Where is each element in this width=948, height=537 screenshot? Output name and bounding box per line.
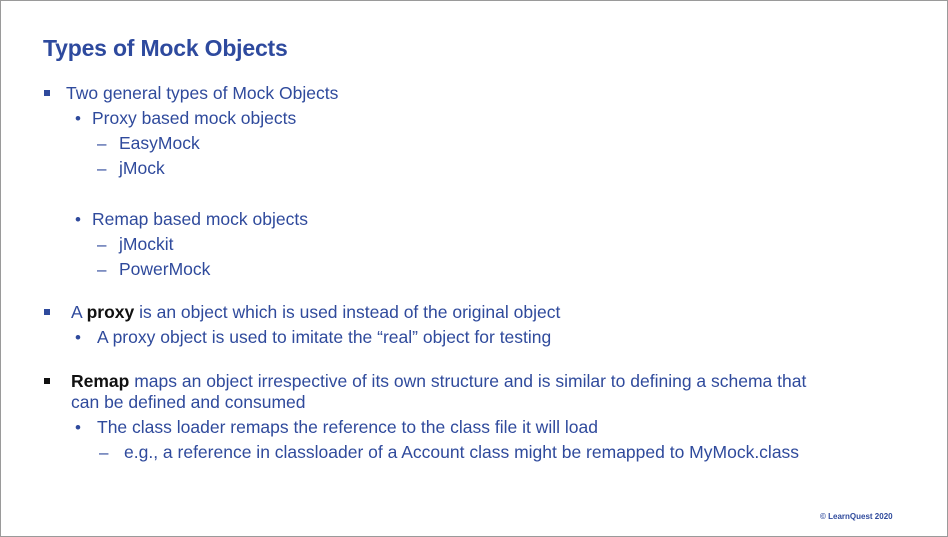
- square-bullet-icon: [44, 378, 50, 384]
- dash-bullet-icon: –: [99, 443, 109, 462]
- bullet-text: Proxy based mock objects: [92, 108, 297, 128]
- bullet-text: PowerMock: [119, 259, 211, 279]
- dot-bullet-icon: •: [75, 109, 81, 128]
- bullet-text: A proxy is an object which is used inste…: [71, 302, 561, 322]
- slide-title: Types of Mock Objects: [43, 35, 288, 61]
- bullet-text: jMock: [119, 158, 165, 178]
- dot-bullet-icon: •: [75, 210, 81, 229]
- dot-bullet-icon: •: [75, 328, 81, 347]
- square-bullet-icon: [44, 90, 50, 96]
- bullet-text: e.g., a reference in classloader of a Ac…: [124, 442, 800, 462]
- bullet-text: Remap based mock objects: [92, 209, 308, 229]
- bullet-text: A proxy object is used to imitate the “r…: [97, 327, 552, 347]
- bullet-text: Two general types of Mock Objects: [66, 83, 339, 103]
- bullet-text: The class loader remaps the reference to…: [97, 417, 598, 437]
- bullet-text-continuation: can be defined and consumed: [71, 392, 306, 412]
- dash-bullet-icon: –: [97, 260, 107, 279]
- dot-bullet-icon: •: [75, 418, 81, 437]
- dash-bullet-icon: –: [97, 134, 107, 153]
- bullet-text: EasyMock: [119, 133, 200, 153]
- dash-bullet-icon: –: [97, 235, 107, 254]
- square-bullet-icon: [44, 309, 50, 315]
- bullet-text: jMockit: [119, 234, 174, 254]
- bullet-text: Remap maps an object irrespective of its…: [71, 371, 807, 391]
- copyright-footer: © LearnQuest 2020: [820, 512, 893, 521]
- dash-bullet-icon: –: [97, 159, 107, 178]
